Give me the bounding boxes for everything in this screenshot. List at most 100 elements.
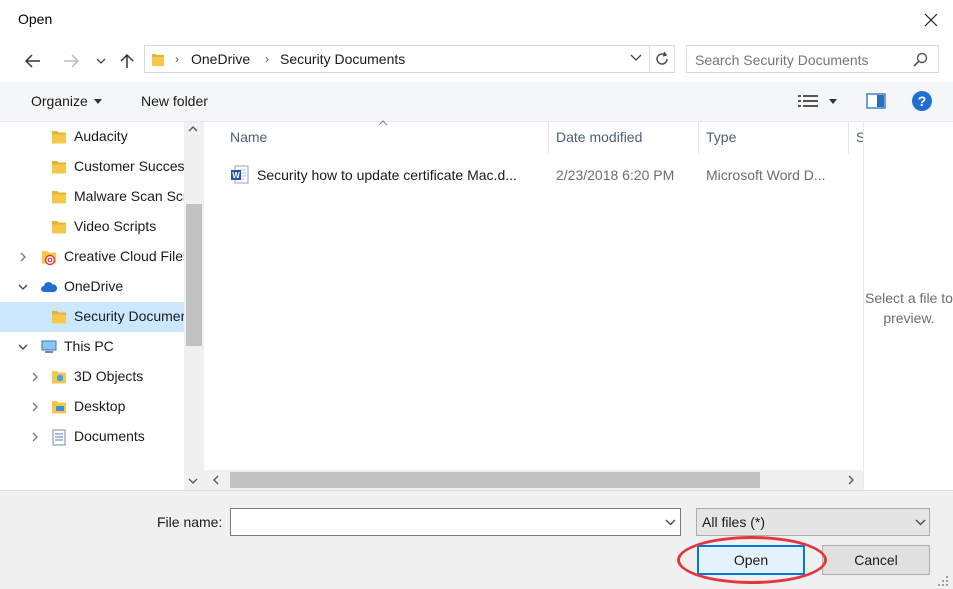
folder-icon bbox=[50, 158, 68, 176]
file-name-dropdown-button[interactable] bbox=[665, 519, 676, 526]
horizontal-scrollbar-thumb[interactable] bbox=[230, 472, 760, 488]
chevron-down-icon bbox=[915, 519, 926, 526]
arrow-right-icon bbox=[64, 54, 79, 68]
recent-locations-button[interactable] bbox=[94, 50, 108, 72]
chevron-right-icon bbox=[848, 475, 854, 485]
sidebar-item-label: Video Scripts bbox=[74, 218, 157, 234]
sidebar-item-label: Security Documents bbox=[74, 308, 184, 324]
svg-text:W: W bbox=[232, 171, 240, 180]
address-divider bbox=[649, 46, 650, 72]
sidebar-item[interactable]: Audacity bbox=[0, 122, 184, 152]
column-header-date-modified[interactable]: Date modified bbox=[556, 129, 642, 145]
sidebar-item[interactable]: Creative Cloud Files bbox=[0, 242, 184, 272]
folder-icon bbox=[50, 188, 68, 206]
preview-pane-button[interactable] bbox=[866, 93, 886, 109]
sidebar-item-label: Audacity bbox=[74, 128, 128, 144]
search-input[interactable] bbox=[695, 50, 905, 70]
caret-down-icon bbox=[829, 99, 837, 104]
sidebar-item-label: Desktop bbox=[74, 398, 126, 414]
sidebar-item[interactable]: Desktop bbox=[0, 392, 184, 422]
file-row[interactable]: W Security how to update certificate Mac… bbox=[224, 160, 863, 190]
scroll-up-button[interactable] bbox=[188, 126, 198, 132]
address-bar[interactable]: › OneDrive › Security Documents bbox=[144, 45, 675, 73]
computer-icon bbox=[40, 338, 58, 356]
new-folder-button[interactable]: New folder bbox=[141, 93, 208, 109]
column-divider[interactable] bbox=[848, 122, 849, 154]
chevron-left-icon bbox=[213, 475, 219, 485]
expand-right-chevron-icon[interactable] bbox=[28, 430, 42, 444]
refresh-button[interactable] bbox=[654, 51, 670, 67]
close-icon bbox=[924, 13, 938, 27]
sidebar-item-label: OneDrive bbox=[64, 278, 124, 294]
file-type: Microsoft Word D... bbox=[706, 167, 826, 183]
arrow-left-icon bbox=[25, 54, 40, 68]
sidebar-item[interactable]: OneDrive bbox=[0, 272, 184, 302]
folder-icon bbox=[50, 308, 68, 326]
refresh-icon bbox=[656, 51, 668, 65]
sidebar-item-label: Documents bbox=[74, 428, 145, 444]
desktop-folder-icon bbox=[50, 398, 68, 416]
file-type-select[interactable]: All files (*) bbox=[696, 508, 930, 536]
sidebar-item[interactable]: This PC bbox=[0, 332, 184, 362]
column-header-size[interactable]: S bbox=[856, 129, 863, 145]
search-box[interactable] bbox=[686, 45, 939, 73]
help-button[interactable]: ? bbox=[912, 91, 932, 111]
title-bar: Open bbox=[0, 0, 953, 40]
navigation-scrollbar-thumb[interactable] bbox=[186, 204, 202, 346]
word-document-icon: W bbox=[231, 165, 249, 184]
expand-down-chevron-icon[interactable] bbox=[16, 280, 30, 294]
highlight-ring-annotation bbox=[677, 536, 827, 584]
resize-grip-icon[interactable] bbox=[934, 572, 950, 588]
folder-icon bbox=[152, 54, 164, 66]
scroll-right-button[interactable] bbox=[848, 475, 854, 485]
sidebar-item[interactable]: Malware Scan Scripts bbox=[0, 182, 184, 212]
sidebar-item[interactable]: 3D Objects bbox=[0, 362, 184, 392]
onedrive-cloud-icon bbox=[40, 278, 58, 296]
organize-button[interactable]: Organize bbox=[31, 93, 102, 109]
cancel-button[interactable]: Cancel bbox=[822, 545, 930, 575]
preview-pane: Select a file to preview. bbox=[863, 122, 953, 490]
expand-right-chevron-icon[interactable] bbox=[16, 250, 30, 264]
sidebar-item[interactable]: Documents bbox=[0, 422, 184, 452]
view-options-button[interactable] bbox=[829, 99, 837, 104]
details-view-icon bbox=[798, 95, 818, 107]
scroll-left-button[interactable] bbox=[213, 475, 219, 485]
navigation-pane[interactable]: Audacity Customer Success Malware Scan Scr… bbox=[0, 122, 204, 490]
sidebar-item-label: 3D Objects bbox=[74, 368, 144, 384]
up-button[interactable] bbox=[117, 50, 137, 72]
expand-right-chevron-icon[interactable] bbox=[28, 370, 42, 384]
file-name-combobox[interactable] bbox=[230, 508, 681, 536]
breadcrumb-onedrive[interactable]: OneDrive bbox=[191, 51, 250, 67]
svg-text:?: ? bbox=[918, 93, 927, 109]
address-dropdown-button[interactable] bbox=[630, 54, 642, 62]
column-header-type[interactable]: Type bbox=[706, 129, 736, 145]
breadcrumb-security-documents[interactable]: Security Documents bbox=[280, 51, 405, 67]
file-name-input[interactable] bbox=[235, 512, 655, 532]
expand-down-chevron-icon[interactable] bbox=[16, 340, 30, 354]
file-type-value: All files (*) bbox=[702, 514, 766, 530]
column-divider[interactable] bbox=[548, 122, 549, 154]
scroll-down-button[interactable] bbox=[188, 478, 198, 484]
close-button[interactable] bbox=[918, 8, 944, 32]
creative-cloud-icon bbox=[40, 248, 58, 266]
command-bar: Organize New folder ? bbox=[0, 82, 953, 122]
chevron-up-icon bbox=[188, 126, 198, 132]
file-type-dropdown-button[interactable] bbox=[915, 519, 926, 526]
sidebar-item-label: Malware Scan Scripts bbox=[74, 188, 184, 204]
sidebar-item[interactable]: Video Scripts bbox=[0, 212, 184, 242]
preview-pane-icon bbox=[866, 93, 886, 109]
column-header-name[interactable]: Name bbox=[230, 129, 267, 145]
file-name: Security how to update certificate Mac.d… bbox=[257, 167, 517, 183]
arrow-up-icon bbox=[120, 53, 134, 68]
chevron-down-icon bbox=[665, 519, 676, 526]
sidebar-item[interactable]: Customer Success bbox=[0, 152, 184, 182]
search-icon[interactable] bbox=[913, 52, 928, 67]
back-button[interactable] bbox=[22, 50, 44, 72]
sort-indicator-icon bbox=[378, 120, 388, 126]
expand-right-chevron-icon[interactable] bbox=[28, 400, 42, 414]
sidebar-item[interactable]: Security Documents bbox=[0, 302, 184, 332]
change-view-button[interactable] bbox=[798, 94, 818, 108]
file-list[interactable]: Name Date modified Type S W Security how… bbox=[204, 120, 863, 490]
column-divider[interactable] bbox=[698, 122, 699, 154]
forward-button[interactable] bbox=[60, 50, 82, 72]
